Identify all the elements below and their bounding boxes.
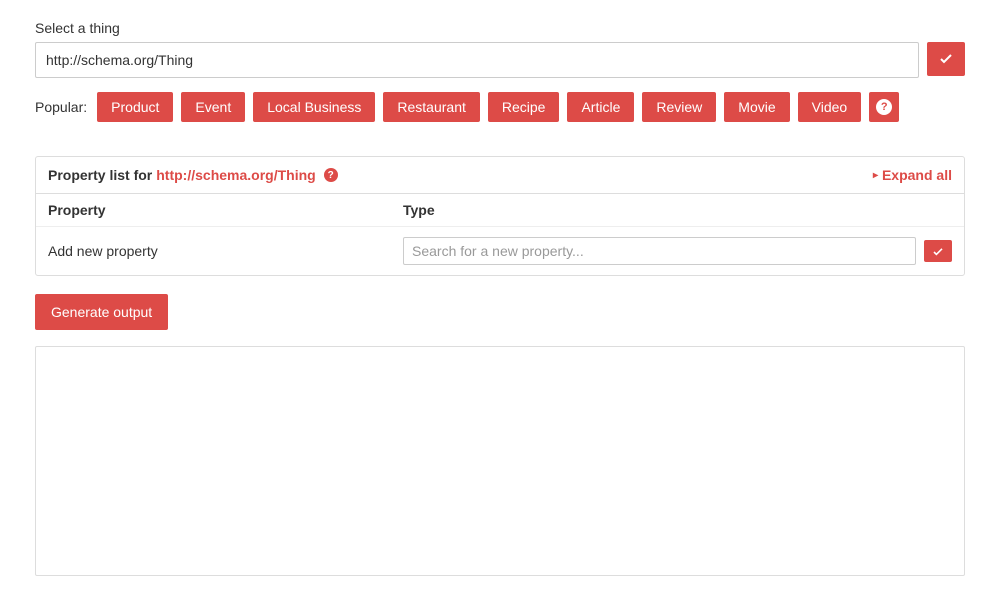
generate-output-button[interactable]: Generate output [35, 294, 168, 330]
property-search-input[interactable] [403, 237, 916, 265]
col-header-type: Type [403, 202, 952, 218]
popular-movie[interactable]: Movie [724, 92, 789, 122]
expand-all-button[interactable]: ▸ Expand all [873, 167, 952, 183]
popular-article[interactable]: Article [567, 92, 634, 122]
question-icon[interactable]: ? [324, 168, 338, 182]
popular-event[interactable]: Event [181, 92, 245, 122]
expand-all-label: Expand all [882, 167, 952, 183]
popular-restaurant[interactable]: Restaurant [383, 92, 479, 122]
question-icon: ? [876, 99, 892, 115]
popular-video[interactable]: Video [798, 92, 862, 122]
check-icon [933, 244, 943, 259]
table-header: Property Type [36, 194, 964, 227]
type-cell [403, 237, 952, 265]
output-box[interactable] [35, 346, 965, 576]
panel-title: Property list for http://schema.org/Thin… [48, 167, 338, 183]
confirm-thing-button[interactable] [927, 42, 965, 76]
check-icon [940, 51, 952, 67]
panel-title-link[interactable]: http://schema.org/Thing [156, 167, 315, 183]
property-panel: Property list for http://schema.org/Thin… [35, 156, 965, 276]
caret-right-icon: ▸ [873, 170, 878, 181]
add-new-property-label: Add new property [48, 243, 403, 259]
panel-header: Property list for http://schema.org/Thin… [36, 157, 964, 194]
confirm-property-button[interactable] [924, 240, 952, 262]
popular-label: Popular: [35, 99, 87, 115]
select-thing-row [35, 42, 965, 78]
select-thing-label: Select a thing [35, 20, 965, 36]
panel-title-prefix: Property list for [48, 167, 152, 183]
popular-product[interactable]: Product [97, 92, 173, 122]
popular-help-button[interactable]: ? [869, 92, 899, 122]
table-row: Add new property [36, 227, 964, 275]
thing-input[interactable] [35, 42, 919, 78]
popular-recipe[interactable]: Recipe [488, 92, 560, 122]
popular-local-business[interactable]: Local Business [253, 92, 375, 122]
col-header-property: Property [48, 202, 403, 218]
popular-review[interactable]: Review [642, 92, 716, 122]
popular-row: Popular: Product Event Local Business Re… [35, 92, 965, 122]
